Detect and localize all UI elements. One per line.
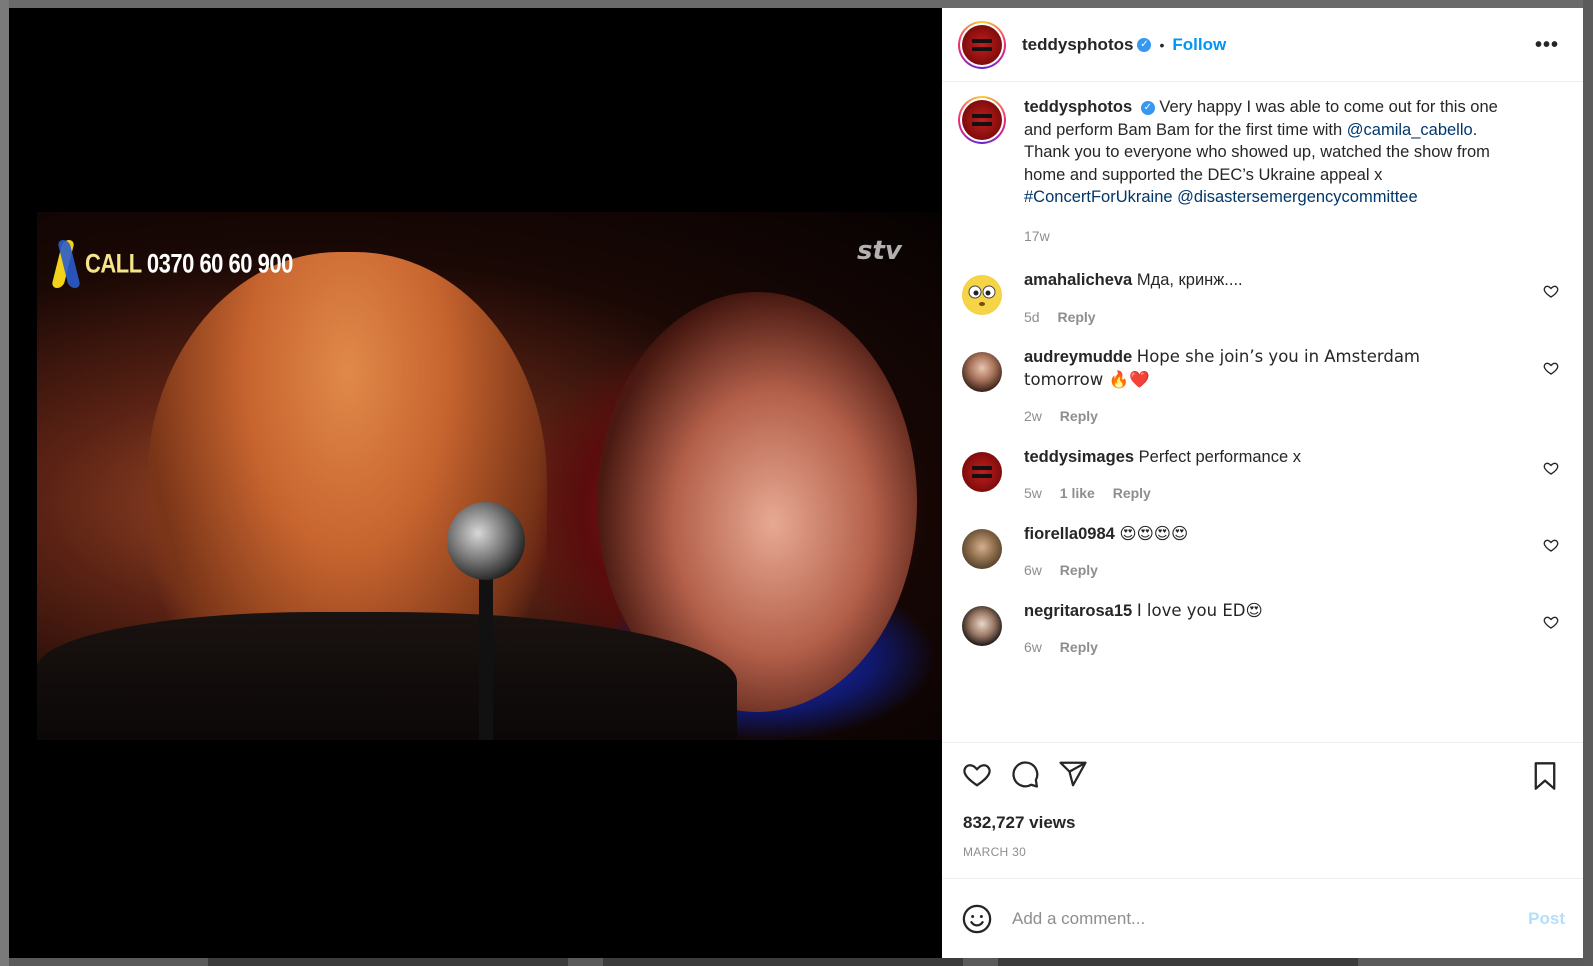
donation-overlay: CALL 0370 60 60 900	[51, 240, 293, 288]
microphone-stand	[479, 572, 493, 740]
action-icons	[962, 759, 1088, 789]
comment-bubble-icon[interactable]	[1010, 759, 1040, 789]
performer-figure	[37, 612, 737, 740]
author-avatar[interactable]	[958, 20, 1006, 69]
reply-button[interactable]: Reply	[1113, 485, 1151, 501]
comment-meta: 6w Reply	[1024, 559, 1504, 582]
comment-time[interactable]: 5w	[1024, 485, 1042, 501]
comment-body: audreymudde Hope she join’s you in Amste…	[1024, 346, 1504, 428]
comment-username[interactable]: audreymudde	[1024, 348, 1132, 366]
comment-meta: 6w Reply	[1024, 636, 1504, 659]
comment-text: I love you ED😍	[1136, 600, 1263, 620]
comment-item: teddysimages Perfect performance x 5w 1 …	[958, 446, 1567, 505]
separator-dot: •	[1159, 36, 1165, 53]
call-label: CALL	[85, 248, 142, 279]
caption-hashtag[interactable]: #ConcertForUkraine	[1024, 188, 1173, 206]
comment-username[interactable]: amahalicheva	[1024, 271, 1132, 289]
caption-username[interactable]: teddysphotos	[1024, 98, 1132, 116]
equals-logo-icon	[962, 451, 1002, 492]
commenter-avatar[interactable]	[962, 451, 1002, 492]
comments-list[interactable]: teddysphotos ✓ Very happy I was able to …	[942, 82, 1583, 742]
reply-button[interactable]: Reply	[1060, 562, 1098, 578]
comment-text: Perfect performance x	[1138, 447, 1301, 466]
media-pane[interactable]: CALL 0370 60 60 900 stv	[9, 8, 942, 958]
comment-time[interactable]: 2w	[1024, 408, 1042, 424]
donation-call-text: CALL 0370 60 60 900	[85, 248, 293, 279]
comment-username[interactable]: negritarosa15	[1024, 602, 1132, 620]
post-comment-button[interactable]: Post	[1528, 909, 1565, 929]
caption-time[interactable]: 17w	[1024, 228, 1050, 244]
comment-input[interactable]	[1012, 908, 1482, 929]
user-photo-icon	[962, 528, 1002, 569]
comment-body: fiorella0984 😍😍😍😍 6w Reply	[1024, 523, 1504, 582]
save-bookmark-icon[interactable]	[1531, 761, 1559, 791]
like-comment-heart-icon[interactable]	[1543, 614, 1559, 630]
equals-logo-icon	[972, 38, 992, 51]
user-photo-icon	[962, 605, 1002, 646]
comment-body: amahalicheva Мда, кринж.... 5d Reply	[1024, 269, 1504, 328]
ukraine-ribbon-icon	[51, 240, 81, 288]
commenter-avatar[interactable]	[962, 605, 1002, 646]
comment-time[interactable]: 5d	[1024, 309, 1040, 325]
caption-mention[interactable]: @camila_cabello	[1347, 121, 1473, 139]
commenter-avatar[interactable]	[962, 275, 1002, 315]
emoji-picker-icon[interactable]	[962, 904, 992, 934]
comment-meta: 2w Reply	[1024, 405, 1504, 428]
comment-item: audreymudde Hope she join’s you in Amste…	[958, 346, 1567, 428]
reply-button[interactable]: Reply	[1060, 408, 1098, 424]
reply-button[interactable]: Reply	[1057, 309, 1095, 325]
comment-item: negritarosa15 I love you ED😍 6w Reply	[958, 600, 1567, 659]
like-comment-heart-icon[interactable]	[1543, 360, 1559, 376]
like-comment-heart-icon[interactable]	[1543, 537, 1559, 553]
caption-author-avatar[interactable]	[958, 96, 1006, 144]
comment-text: Мда, кринж....	[1136, 271, 1243, 289]
author-username[interactable]: teddysphotos	[1022, 35, 1133, 55]
call-number: 0370 60 60 900	[146, 248, 293, 279]
backdrop-right-edge	[1583, 0, 1593, 966]
backdrop-left-edge	[0, 0, 9, 966]
post-date[interactable]: MARCH 30	[963, 845, 1026, 859]
post-modal: CALL 0370 60 60 900 stv teddysphotos ✓ •…	[9, 8, 1583, 958]
reply-button[interactable]: Reply	[1060, 639, 1098, 655]
caption-meta: 17w	[1024, 225, 1524, 248]
view-count[interactable]: 832,727 views	[963, 813, 1075, 833]
share-paper-plane-icon[interactable]	[1058, 759, 1088, 789]
surprised-face-icon	[962, 275, 1002, 315]
comment-username[interactable]: teddysimages	[1024, 448, 1134, 466]
like-comment-heart-icon[interactable]	[1543, 283, 1559, 299]
equals-logo-icon	[972, 114, 992, 126]
post-header: teddysphotos ✓ • Follow •••	[942, 8, 1583, 82]
channel-logo: stv	[857, 236, 902, 266]
comment-body: negritarosa15 I love you ED😍 6w Reply	[1024, 600, 1504, 659]
comment-meta: 5d Reply	[1024, 306, 1504, 329]
comment-username[interactable]: fiorella0984	[1024, 525, 1115, 543]
post-side-panel: teddysphotos ✓ • Follow ••• teddysphotos…	[942, 8, 1583, 958]
like-heart-icon[interactable]	[962, 759, 992, 789]
post-actions: 832,727 views MARCH 30	[942, 742, 1583, 878]
follow-button[interactable]: Follow	[1172, 35, 1226, 55]
comment-text: 😍😍😍😍	[1119, 523, 1189, 543]
more-options-icon[interactable]: •••	[1535, 34, 1559, 57]
comment-composer: Post	[942, 878, 1583, 958]
comment-body: teddysimages Perfect performance x 5w 1 …	[1024, 446, 1504, 505]
comment-item: fiorella0984 😍😍😍😍 6w Reply	[958, 523, 1567, 582]
video-player[interactable]	[37, 212, 942, 740]
commenter-avatar[interactable]	[962, 352, 1002, 392]
user-photo-icon	[962, 352, 1002, 392]
caption: teddysphotos ✓ Very happy I was able to …	[958, 96, 1567, 247]
microphone	[447, 502, 525, 580]
comment-time[interactable]: 6w	[1024, 639, 1042, 655]
comment-likes[interactable]: 1 like	[1060, 485, 1095, 501]
caption-body: teddysphotos ✓ Very happy I was able to …	[1024, 96, 1524, 247]
like-comment-heart-icon[interactable]	[1543, 460, 1559, 476]
verified-badge-icon: ✓	[1137, 37, 1152, 52]
verified-badge-icon: ✓	[1140, 100, 1155, 115]
comment-meta: 5w 1 like Reply	[1024, 482, 1504, 505]
backdrop-topbar	[0, 0, 1593, 8]
commenter-avatar[interactable]	[962, 528, 1002, 569]
comment-item: amahalicheva Мда, кринж.... 5d Reply	[958, 269, 1567, 328]
caption-mention[interactable]: @disastersemergencycommittee	[1177, 188, 1418, 206]
comment-time[interactable]: 6w	[1024, 562, 1042, 578]
